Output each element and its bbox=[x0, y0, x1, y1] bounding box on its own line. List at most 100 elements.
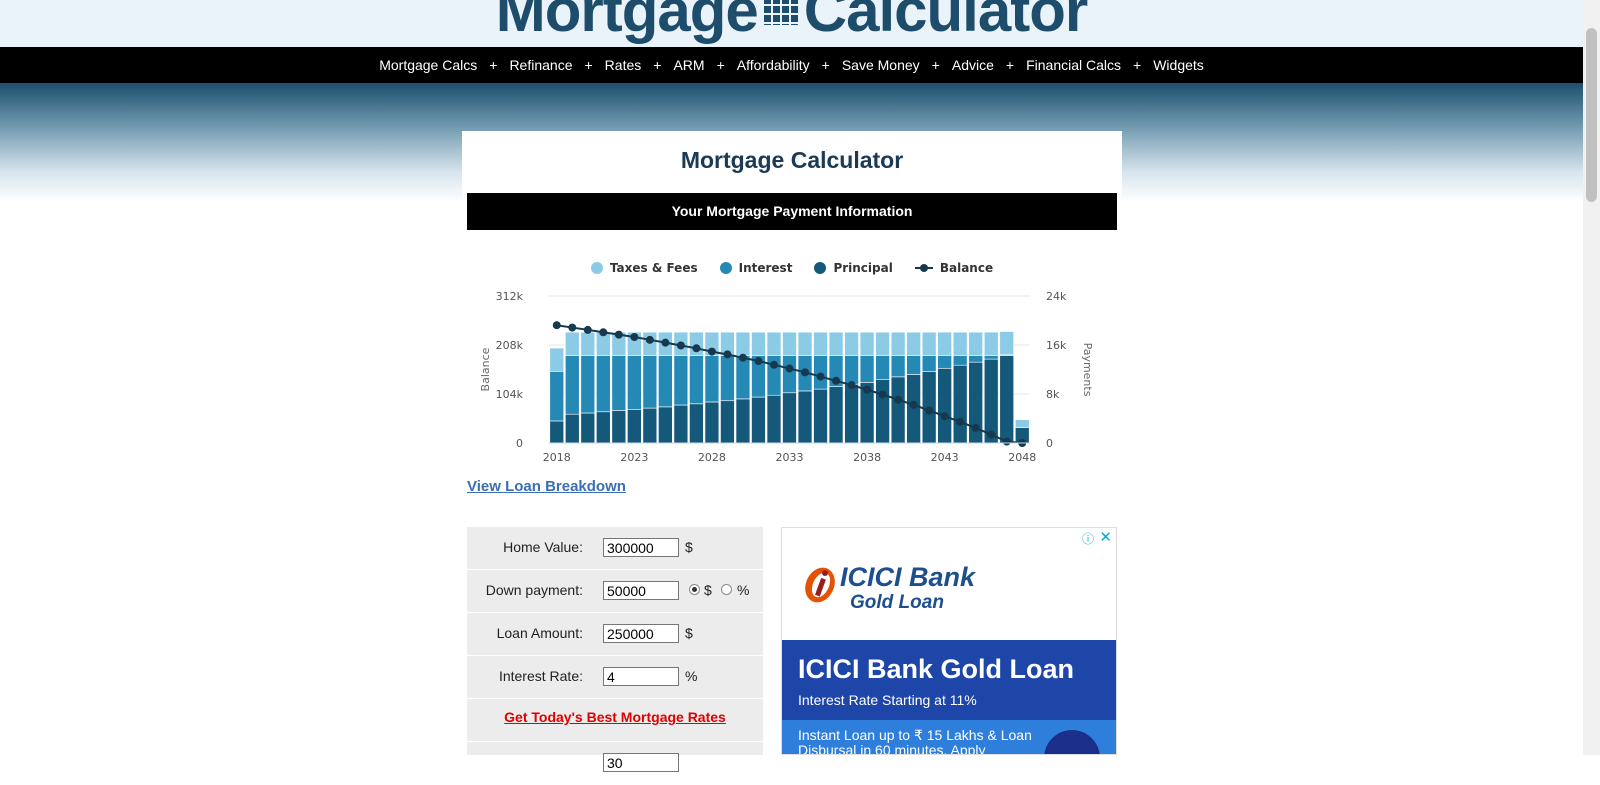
interest-rate-unit: % bbox=[685, 668, 698, 684]
view-loan-breakdown-link[interactable]: View Loan Breakdown bbox=[467, 478, 626, 495]
nav-item-mortgage-calcs[interactable]: Mortgage Calcs bbox=[379, 57, 477, 73]
loan-term-input[interactable] bbox=[603, 753, 679, 772]
icici-logo-icon bbox=[805, 567, 835, 603]
nav-item-financial-calcs[interactable]: Financial Calcs bbox=[1026, 57, 1121, 73]
best-mortgage-rates-link[interactable]: Get Today's Best Mortgage Rates bbox=[467, 709, 763, 725]
down-payment-percent-radio[interactable] bbox=[721, 584, 732, 595]
nav-item-advice[interactable]: Advice bbox=[952, 57, 994, 73]
bar-interest bbox=[875, 355, 890, 380]
down-payment-dollar-radio[interactable] bbox=[689, 584, 700, 595]
bar-principal bbox=[937, 367, 952, 444]
bar-principal bbox=[766, 394, 782, 444]
y-right-axis-label: Payments bbox=[1081, 343, 1094, 397]
info-icon[interactable]: ⓘ bbox=[1082, 530, 1094, 547]
x-tick-label: 2043 bbox=[931, 451, 959, 464]
bar-interest bbox=[813, 355, 828, 390]
bar-taxes-fees bbox=[937, 331, 952, 356]
nav-item-save-money[interactable]: Save Money bbox=[842, 57, 920, 73]
site-logo[interactable]: Mortgage Calculator bbox=[0, 0, 1583, 46]
payment-info-bar: Your Mortgage Payment Information bbox=[467, 193, 1117, 230]
balance-point bbox=[894, 395, 903, 404]
nav-item-affordability[interactable]: Affordability bbox=[737, 57, 810, 73]
balance-point bbox=[987, 430, 996, 439]
nav-separator: + bbox=[489, 57, 498, 73]
legend-interest-label: Interest bbox=[738, 261, 793, 275]
page-scrollbar[interactable] bbox=[1583, 0, 1600, 755]
bar-taxes-fees bbox=[968, 331, 983, 356]
nav-separator: + bbox=[653, 57, 662, 73]
bar-taxes-fees bbox=[859, 331, 875, 356]
bar-principal bbox=[704, 401, 720, 444]
bar-taxes-fees bbox=[875, 331, 890, 356]
interest-rate-row: Interest Rate: % bbox=[467, 656, 763, 699]
site-header: Mortgage Calculator bbox=[0, 0, 1583, 47]
advertisement[interactable]: ⓘ ✕ ICICI Bank Gold Loan ICICI Bank Gold… bbox=[781, 527, 1117, 755]
interest-rate-label: Interest Rate: bbox=[498, 668, 583, 684]
scrollbar-thumb[interactable] bbox=[1586, 28, 1597, 202]
legend-dot-principal bbox=[814, 262, 827, 274]
bar-principal bbox=[751, 396, 766, 444]
balance-point bbox=[785, 364, 794, 373]
ad-logo-gold-loan: Gold Loan bbox=[850, 592, 944, 613]
calculator-icon bbox=[761, 0, 800, 25]
y-right-tick-label: 24k bbox=[1046, 290, 1067, 303]
loan-amount-input[interactable] bbox=[603, 624, 679, 643]
ad-logo-bank: ICICI Bank bbox=[840, 562, 976, 592]
balance-point bbox=[769, 360, 778, 369]
bar-taxes-fees bbox=[952, 331, 968, 356]
logo-text-mortgage: Mortgage bbox=[495, 0, 759, 44]
nav-separator: + bbox=[716, 57, 725, 73]
page-title: Mortgage Calculator bbox=[680, 147, 904, 173]
bar-interest bbox=[549, 371, 565, 422]
balance-point bbox=[801, 368, 810, 377]
bar-taxes-fees bbox=[844, 331, 859, 356]
legend-interest[interactable]: Interest bbox=[719, 261, 793, 275]
chart-legend: Taxes & Fees Interest Principal Balance bbox=[462, 261, 1122, 275]
bar-interest bbox=[580, 355, 596, 414]
balance-point bbox=[847, 381, 856, 390]
bar-interest bbox=[642, 355, 658, 409]
legend-principal[interactable]: Principal bbox=[814, 261, 893, 275]
logo-text-calculator: Calculator bbox=[803, 0, 1088, 44]
x-tick-label: 2018 bbox=[543, 451, 571, 464]
balance-point bbox=[692, 344, 701, 353]
nav-item-arm[interactable]: ARM bbox=[673, 57, 704, 73]
nav-item-rates[interactable]: Rates bbox=[605, 57, 642, 73]
nav-separator: + bbox=[1133, 57, 1142, 73]
down-payment-row: Down payment: $ % bbox=[467, 570, 763, 613]
balance-point bbox=[971, 423, 980, 432]
bar-principal bbox=[797, 390, 813, 444]
legend-taxes[interactable]: Taxes & Fees bbox=[590, 261, 698, 275]
down-payment-input[interactable] bbox=[603, 581, 679, 600]
bar-taxes-fees bbox=[813, 331, 828, 356]
bar-principal bbox=[999, 355, 1014, 444]
balance-point bbox=[583, 325, 592, 334]
close-icon[interactable]: ✕ bbox=[1099, 528, 1112, 546]
nav-item-widgets[interactable]: Widgets bbox=[1153, 57, 1204, 73]
bar-taxes-fees bbox=[797, 331, 813, 356]
nav-item-refinance[interactable]: Refinance bbox=[509, 57, 572, 73]
nav-separator: + bbox=[584, 57, 593, 73]
balance-point bbox=[832, 376, 841, 385]
home-value-input[interactable] bbox=[603, 538, 679, 557]
x-tick-label: 2023 bbox=[620, 451, 648, 464]
bar-interest bbox=[596, 355, 611, 413]
balance-point bbox=[816, 372, 825, 381]
y-left-tick-label: 208k bbox=[496, 339, 524, 352]
best-rates-row: Get Today's Best Mortgage Rates bbox=[467, 699, 763, 742]
bar-principal bbox=[580, 412, 596, 444]
bar-principal bbox=[596, 411, 611, 444]
bar-taxes-fees bbox=[782, 331, 797, 356]
loan-term-row bbox=[467, 742, 763, 785]
bar-taxes-fees bbox=[890, 331, 906, 356]
y-right-tick-label: 0 bbox=[1046, 437, 1053, 450]
interest-rate-input[interactable] bbox=[603, 667, 679, 686]
balance-point bbox=[614, 330, 623, 339]
bar-interest bbox=[689, 355, 704, 405]
bar-principal bbox=[642, 407, 658, 444]
y-right-tick-label: 8k bbox=[1046, 388, 1060, 401]
payment-chart: 0 104k 208k 312k 0 8k 16k 24k Balance Payments 201… bbox=[480, 290, 1094, 464]
ad-arrow-button[interactable] bbox=[1044, 730, 1100, 754]
legend-balance[interactable]: Balance bbox=[914, 261, 993, 275]
bar-interest bbox=[906, 355, 921, 375]
